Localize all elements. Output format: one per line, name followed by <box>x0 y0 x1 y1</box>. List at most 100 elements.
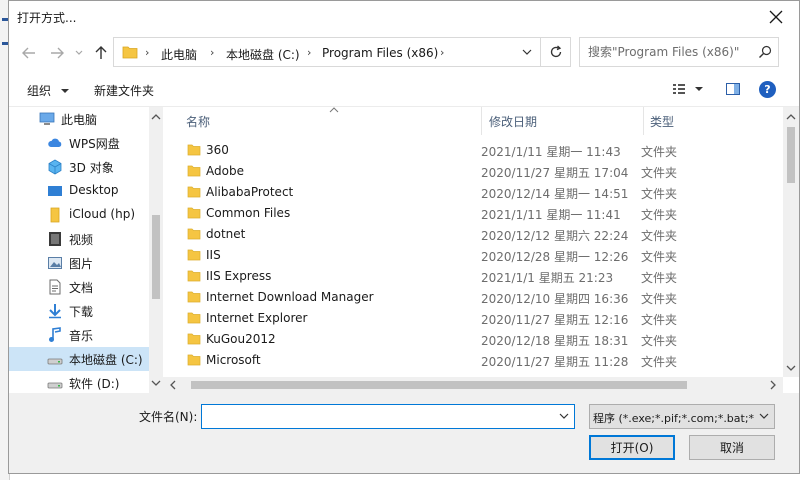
scroll-down-arrow-icon[interactable] <box>783 362 799 374</box>
file-name: IIS <box>206 248 221 262</box>
nav-item[interactable]: Desktop <box>9 179 149 203</box>
file-row[interactable]: dotnet 2020/12/12 星期六 22:24 文件夹 <box>163 224 783 245</box>
file-row[interactable]: Internet Download Manager 2020/12/10 星期四 … <box>163 287 783 308</box>
file-row[interactable]: IIS 2020/12/28 星期一 12:26 文件夹 <box>163 245 783 266</box>
nav-item[interactable]: 音乐 <box>9 323 149 347</box>
search-box[interactable] <box>579 37 779 67</box>
breadcrumb-this-pc[interactable]: 此电脑 <box>161 46 197 63</box>
file-modified-date: 2021/1/11 星期一 11:43 <box>481 145 621 159</box>
filename-label: 文件名(N): <box>139 410 198 424</box>
breadcrumb-local-disk[interactable]: 本地磁盘 (C:) <box>226 46 300 63</box>
search-input[interactable] <box>588 44 748 60</box>
folder-icon <box>187 353 201 369</box>
scroll-right-arrow-icon[interactable] <box>767 377 779 393</box>
nav-item-label: 文档 <box>69 281 94 295</box>
file-type: 文件夹 <box>641 229 678 243</box>
nav-item-label: 下载 <box>69 305 94 319</box>
close-button[interactable] <box>753 1 799 33</box>
nav-item[interactable]: iCloud (hp) <box>9 203 149 227</box>
breadcrumb-separator: › <box>210 46 215 59</box>
nav-item[interactable]: 图片 <box>9 251 149 275</box>
open-button[interactable]: 打开(O) <box>589 435 675 460</box>
nav-item[interactable]: 文档 <box>9 275 149 299</box>
file-list-horizontal-scroll-thumb[interactable] <box>191 381 687 389</box>
arrow-left-icon <box>22 47 35 59</box>
view-options-icon[interactable] <box>671 81 687 97</box>
file-type: 文件夹 <box>641 334 678 348</box>
picture-icon <box>47 255 63 271</box>
forward-button[interactable] <box>47 43 67 63</box>
caret-down-icon <box>60 89 69 93</box>
file-row[interactable]: KuGou2012 2020/12/18 星期五 18:31 文件夹 <box>163 329 783 350</box>
help-icon[interactable]: ? <box>759 81 776 98</box>
file-modified-date: 2021/1/1 星期五 21:23 <box>481 271 614 285</box>
cancel-button[interactable]: 取消 <box>689 435 775 460</box>
scroll-up-arrow-icon[interactable] <box>783 111 799 123</box>
file-name: Internet Explorer <box>206 311 308 325</box>
folder-icon <box>187 206 201 222</box>
preview-pane-icon[interactable] <box>725 81 741 97</box>
up-button[interactable] <box>91 43 111 63</box>
file-name: Adobe <box>206 164 244 178</box>
column-header-type[interactable]: 类型 <box>650 113 674 130</box>
filename-combobox[interactable] <box>201 404 575 429</box>
file-row[interactable]: Common Files 2021/1/11 星期一 11:41 文件夹 <box>163 203 783 224</box>
back-button[interactable] <box>19 43 39 63</box>
nav-item[interactable]: 视频 <box>9 227 149 251</box>
desktop-icon <box>47 183 63 199</box>
file-list-vertical-scrollbar[interactable] <box>783 107 799 377</box>
video-icon <box>47 231 63 247</box>
nav-item[interactable]: 软件 (D:) <box>9 371 149 393</box>
chevron-down-icon[interactable] <box>558 410 570 422</box>
search-icon <box>759 45 772 58</box>
file-modified-date: 2020/11/27 星期五 12:16 <box>481 313 629 327</box>
nav-item[interactable]: WPS网盘 <box>9 131 149 155</box>
breadcrumb-program-files[interactable]: Program Files (x86) <box>322 46 438 60</box>
file-name: Common Files <box>206 206 291 220</box>
column-divider[interactable] <box>481 107 482 135</box>
organize-button[interactable]: 组织 <box>27 82 69 99</box>
file-list-vertical-scroll-thumb[interactable] <box>787 127 795 183</box>
nav-item-label: 音乐 <box>69 329 94 343</box>
file-row[interactable]: Internet Explorer 2020/11/27 星期五 12:16 文件夹 <box>163 308 783 329</box>
download-icon <box>47 303 63 319</box>
nav-item-label: 本地磁盘 (C:) <box>69 353 143 367</box>
scroll-up-arrow-icon[interactable] <box>149 111 163 123</box>
navigation-row: › 此电脑 › 本地磁盘 (C:) › Program Files (x86) … <box>9 33 799 73</box>
nav-item[interactable]: 本地磁盘 (C:) <box>9 347 149 371</box>
file-row[interactable]: Adobe 2020/11/27 星期五 17:04 文件夹 <box>163 161 783 182</box>
file-row[interactable]: 360 2021/1/11 星期一 11:43 文件夹 <box>163 140 783 161</box>
file-name: AlibabaProtect <box>206 185 294 199</box>
nav-item[interactable]: 下载 <box>9 299 149 323</box>
new-folder-button[interactable]: 新建文件夹 <box>94 82 154 99</box>
folder-icon <box>187 164 201 180</box>
file-type: 文件夹 <box>641 145 678 159</box>
file-list-horizontal-scrollbar[interactable] <box>163 377 783 393</box>
recent-locations-button[interactable] <box>69 43 89 63</box>
address-bar[interactable]: › 此电脑 › 本地磁盘 (C:) › Program Files (x86) … <box>113 37 541 67</box>
column-header-date[interactable]: 修改日期 <box>489 113 537 130</box>
navigation-scrollbar[interactable] <box>149 107 163 393</box>
caret-down-icon[interactable] <box>695 85 703 93</box>
chevron-down-icon <box>522 49 532 55</box>
folder-icon <box>187 185 201 201</box>
refresh-button[interactable] <box>541 37 571 67</box>
scroll-down-arrow-icon[interactable] <box>149 377 163 389</box>
navigation-scroll-thumb[interactable] <box>152 215 160 299</box>
file-name: dotnet <box>206 227 246 241</box>
file-row[interactable]: Microsoft 2020/11/27 星期五 11:28 文件夹 <box>163 350 783 371</box>
column-divider[interactable] <box>643 107 644 135</box>
column-header-name[interactable]: 名称 <box>186 113 210 130</box>
folder-icon <box>187 227 201 243</box>
file-row[interactable]: AlibabaProtect 2020/12/14 星期一 14:51 文件夹 <box>163 182 783 203</box>
scroll-left-arrow-icon[interactable] <box>167 377 179 393</box>
address-history-button[interactable] <box>514 38 540 66</box>
filename-input[interactable] <box>202 405 542 428</box>
nav-item[interactable]: 3D 对象 <box>9 155 149 179</box>
file-name: 360 <box>206 143 229 157</box>
file-modified-date: 2020/12/14 星期一 14:51 <box>481 187 629 201</box>
refresh-icon <box>550 45 561 58</box>
nav-item[interactable]: 此电脑 <box>9 107 149 131</box>
file-row[interactable]: IIS Express 2021/1/1 星期五 21:23 文件夹 <box>163 266 783 287</box>
file-type-filter-select[interactable]: 程序 (*.exe;*.pif;*.com;*.bat;*. <box>589 404 775 429</box>
